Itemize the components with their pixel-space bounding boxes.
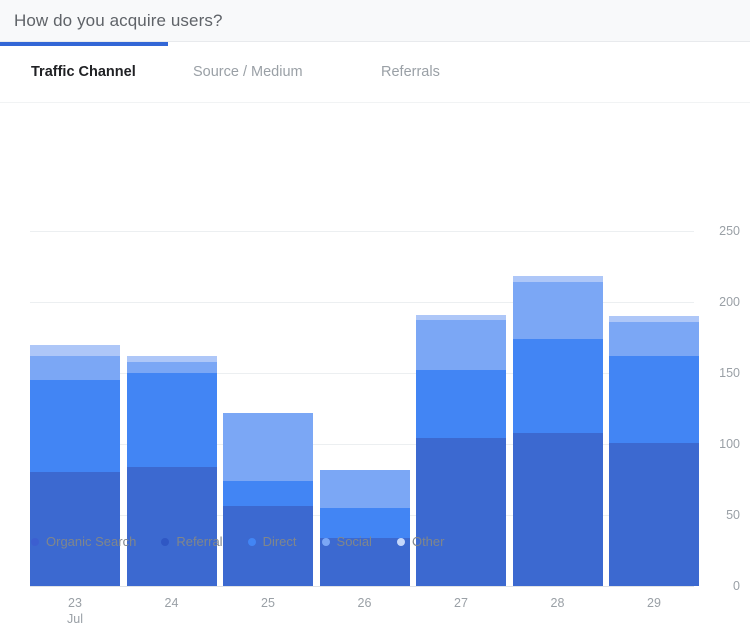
bar-segment[interactable] xyxy=(223,412,313,481)
y-axis-tick-label: 50 xyxy=(726,508,740,522)
x-axis-tick-label: 27 xyxy=(454,596,468,610)
y-axis-tick-label: 150 xyxy=(719,366,740,380)
x-axis-line xyxy=(30,586,694,587)
acquisition-card: How do you acquire users? Traffic Channe… xyxy=(0,0,750,626)
legend-label: Other xyxy=(411,534,445,549)
bar-segment[interactable] xyxy=(609,355,699,443)
bar-segment[interactable] xyxy=(126,373,217,467)
tab-source-medium[interactable]: Source / Medium xyxy=(193,64,381,80)
chart-legend: Organic Search Referral Direct Social Other xyxy=(0,534,750,566)
bar-segment[interactable] xyxy=(416,320,506,371)
y-axis-tick-label: 250 xyxy=(719,224,740,238)
x-axis-tick-label: 25 xyxy=(261,596,275,610)
x-axis-month-label: Jul xyxy=(67,612,83,626)
bar-segment[interactable] xyxy=(512,338,603,433)
legend-item[interactable]: Organic Search xyxy=(31,534,136,549)
y-axis-tick-label: 0 xyxy=(733,579,740,593)
page-title: How do you acquire users? xyxy=(14,10,223,30)
x-axis-tick-label: 28 xyxy=(550,596,565,610)
tab-traffic-channel[interactable]: Traffic Channel xyxy=(31,64,193,80)
legend-item[interactable]: Direct xyxy=(247,534,297,549)
legend-dot-icon xyxy=(396,537,405,546)
bar-segment[interactable] xyxy=(30,344,120,356)
tab-referrals[interactable]: Referrals xyxy=(381,64,440,80)
legend-dot-icon xyxy=(161,537,170,546)
bar-segment[interactable] xyxy=(30,472,120,586)
y-axis-tick-label: 100 xyxy=(719,437,740,451)
legend-dot-icon xyxy=(247,537,256,546)
x-axis-tick-label: 24 xyxy=(164,596,179,610)
card-header: How do you acquire users? xyxy=(0,0,750,42)
bar-segment[interactable] xyxy=(416,370,506,439)
stacked-bars xyxy=(30,231,699,586)
x-axis-tick-label: 26 xyxy=(357,596,372,610)
legend-label: Social xyxy=(336,534,372,549)
bar-segment[interactable] xyxy=(30,380,120,473)
y-axis-tick-label: 200 xyxy=(719,295,740,309)
legend-item[interactable]: Other xyxy=(396,534,445,549)
bar-column[interactable] xyxy=(319,469,410,586)
bar-segment[interactable] xyxy=(319,469,410,508)
active-tab-indicator xyxy=(0,42,168,46)
legend-label: Direct xyxy=(262,534,297,549)
bar-segment[interactable] xyxy=(126,466,217,586)
legend-item[interactable]: Referral xyxy=(161,534,223,549)
bar-segment[interactable] xyxy=(30,355,120,381)
tab-list: Traffic Channel Source / Medium Referral… xyxy=(0,42,750,102)
bar-segment[interactable] xyxy=(512,282,603,339)
bar-segment[interactable] xyxy=(609,321,699,356)
x-axis-tick-label: 23 Jul xyxy=(30,595,120,627)
legend-dot-icon xyxy=(321,537,330,546)
legend-label: Organic Search xyxy=(46,534,137,549)
legend-item[interactable]: Social xyxy=(321,534,372,549)
legend-dot-icon xyxy=(31,537,39,546)
legend-label: Referral xyxy=(176,534,223,549)
x-axis-tick-label: 29 xyxy=(647,596,661,610)
tab-bar: Traffic Channel Source / Medium Referral… xyxy=(0,42,750,103)
bar-segment[interactable] xyxy=(126,361,217,374)
bar-segment[interactable] xyxy=(223,480,313,507)
chart-area: 0 50 100 150 200 250 23 Jul 24 25 26 27 28 29 xyxy=(0,103,750,626)
